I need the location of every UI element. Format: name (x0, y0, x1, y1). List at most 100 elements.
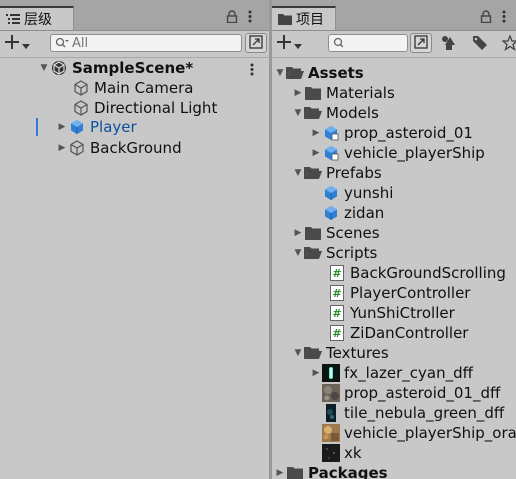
folder-prefabs[interactable]: ▼ Prefabs (292, 163, 382, 183)
asset-script[interactable]: # BackGroundScrolling (328, 263, 506, 283)
plus-icon (276, 34, 292, 54)
expand-arrow-icon[interactable]: ▼ (292, 348, 304, 358)
favorite-star-icon[interactable] (502, 35, 516, 51)
asset-prefab-yunshi[interactable]: yunshi (322, 183, 393, 203)
asset-model-prop-asteroid[interactable]: ▶ prop_asteroid_01 (310, 123, 473, 143)
asset-label: zidan (344, 204, 385, 222)
asset-texture-xk[interactable]: xk (322, 443, 362, 463)
svg-text:#: # (332, 267, 341, 280)
create-button[interactable] (4, 34, 30, 54)
list-icon (6, 13, 20, 25)
folder-icon (286, 464, 304, 479)
scene-root-row[interactable]: ▼ SampleScene* (38, 58, 194, 78)
asset-label: BackGroundScrolling (350, 264, 506, 282)
more-menu-icon[interactable] (502, 8, 506, 27)
hierarchy-search-input[interactable] (69, 35, 241, 51)
folder-open-icon (304, 104, 322, 122)
asset-texture-prop-asteroid[interactable]: prop_asteroid_01_dff (322, 383, 500, 403)
project-search-input[interactable] (343, 35, 407, 51)
texture-thumbnail-icon (322, 444, 340, 462)
expand-arrow-icon[interactable]: ▶ (274, 468, 286, 478)
expand-arrow-icon[interactable]: ▶ (292, 228, 304, 238)
selection-marker (36, 118, 38, 136)
expand-arrow-icon[interactable]: ▶ (56, 143, 68, 153)
prefab-cube-icon (322, 184, 340, 202)
prefab-cube-icon (68, 118, 86, 136)
hierarchy-tab[interactable]: 层级 (0, 6, 74, 30)
search-by-type-icon[interactable] (440, 35, 456, 51)
texture-thumbnail-icon (322, 424, 340, 442)
asset-label: xk (344, 444, 362, 462)
hierarchy-item-label: BackGround (90, 139, 182, 157)
project-tab[interactable]: 项目 (272, 6, 336, 30)
search-by-label-icon[interactable] (472, 35, 488, 51)
hierarchy-item-main-camera[interactable]: Main Camera (60, 78, 193, 98)
hierarchy-item-label: Player (90, 118, 137, 136)
expand-arrow-icon[interactable]: ▼ (292, 248, 304, 258)
asset-label: PlayerController (350, 284, 471, 302)
svg-text:#: # (332, 327, 341, 340)
folder-models[interactable]: ▼ Models (292, 103, 379, 123)
folder-scenes[interactable]: ▶ Scenes (292, 223, 380, 243)
dropdown-arrow-icon (22, 35, 30, 54)
lock-icon[interactable] (226, 8, 238, 27)
expand-arrow-icon[interactable]: ▼ (274, 68, 286, 78)
asset-model-vehicle-playership[interactable]: ▶ vehicle_playerShip (310, 143, 485, 163)
expand-arrow-icon[interactable]: ▼ (292, 108, 304, 118)
asset-texture-tile-nebula[interactable]: tile_nebula_green_dff (322, 403, 504, 423)
create-asset-button[interactable] (276, 34, 302, 54)
lock-icon[interactable] (480, 8, 492, 27)
search-scope-button[interactable] (410, 33, 432, 53)
asset-script[interactable]: # YunShiCtroller (328, 303, 455, 323)
asset-texture-fx-lazer[interactable]: ▶ fx_lazer_cyan_dff (310, 363, 473, 383)
unity-scene-icon (50, 59, 68, 77)
folder-label: Prefabs (326, 164, 382, 182)
asset-prefab-zidan[interactable]: zidan (322, 203, 384, 223)
folder-icon (278, 13, 292, 25)
asset-script[interactable]: # ZiDanController (328, 323, 468, 343)
asset-label: tile_nebula_green_dff (344, 404, 505, 422)
hierarchy-item-player[interactable]: ▶ Player (56, 117, 137, 137)
scene-visibility-button[interactable] (245, 33, 267, 53)
asset-label: YunShiCtroller (350, 304, 455, 322)
project-tab-bar: 项目 (272, 0, 516, 31)
hierarchy-tab-bar: 层级 (0, 0, 269, 31)
expand-arrow-icon[interactable]: ▼ (38, 63, 50, 73)
expand-arrow-icon[interactable]: ▶ (292, 88, 304, 98)
expand-arrow-icon[interactable]: ▶ (310, 128, 322, 138)
texture-thumbnail-icon (322, 404, 340, 422)
scene-more-icon[interactable] (250, 61, 254, 80)
assets-folder-row[interactable]: ▼ Assets (274, 63, 364, 83)
asset-label: vehicle_playerShip_ora (344, 424, 516, 442)
folder-open-icon (304, 164, 322, 182)
asset-label: fx_lazer_cyan_dff (344, 364, 473, 382)
search-icon (333, 34, 344, 53)
asset-texture-vehicle-playership[interactable]: vehicle_playerShip_ora (322, 423, 516, 443)
more-menu-icon[interactable] (248, 8, 252, 27)
project-search-box[interactable] (328, 34, 408, 52)
gameobject-cube-icon (68, 139, 86, 157)
folder-scripts[interactable]: ▼ Scripts (292, 243, 378, 263)
texture-thumbnail-icon (322, 384, 340, 402)
folder-label: Scenes (326, 224, 380, 242)
expand-arrow-icon[interactable]: ▶ (310, 148, 322, 158)
folder-label: Textures (326, 344, 389, 362)
folder-label: Scripts (326, 244, 378, 262)
gameobject-cube-icon (72, 79, 90, 97)
hierarchy-search-box[interactable] (50, 34, 242, 52)
dropdown-arrow-icon (294, 35, 302, 54)
expand-arrow-icon[interactable]: ▼ (292, 168, 304, 178)
plus-icon (4, 34, 20, 54)
project-toolbar (272, 31, 516, 58)
folder-textures[interactable]: ▼ Textures (292, 343, 389, 363)
expand-arrow-icon[interactable]: ▶ (310, 368, 322, 378)
hierarchy-item-background[interactable]: ▶ BackGround (56, 138, 182, 158)
asset-script[interactable]: # PlayerController (328, 283, 470, 303)
csharp-script-icon: # (328, 304, 346, 322)
gameobject-cube-icon (72, 99, 90, 117)
hierarchy-item-directional-light[interactable]: Directional Light (60, 98, 217, 118)
expand-arrow-icon[interactable]: ▶ (56, 122, 68, 132)
folder-materials[interactable]: ▶ Materials (292, 83, 395, 103)
svg-text:#: # (332, 287, 341, 300)
packages-folder-row[interactable]: ▶ Packages (274, 463, 388, 479)
